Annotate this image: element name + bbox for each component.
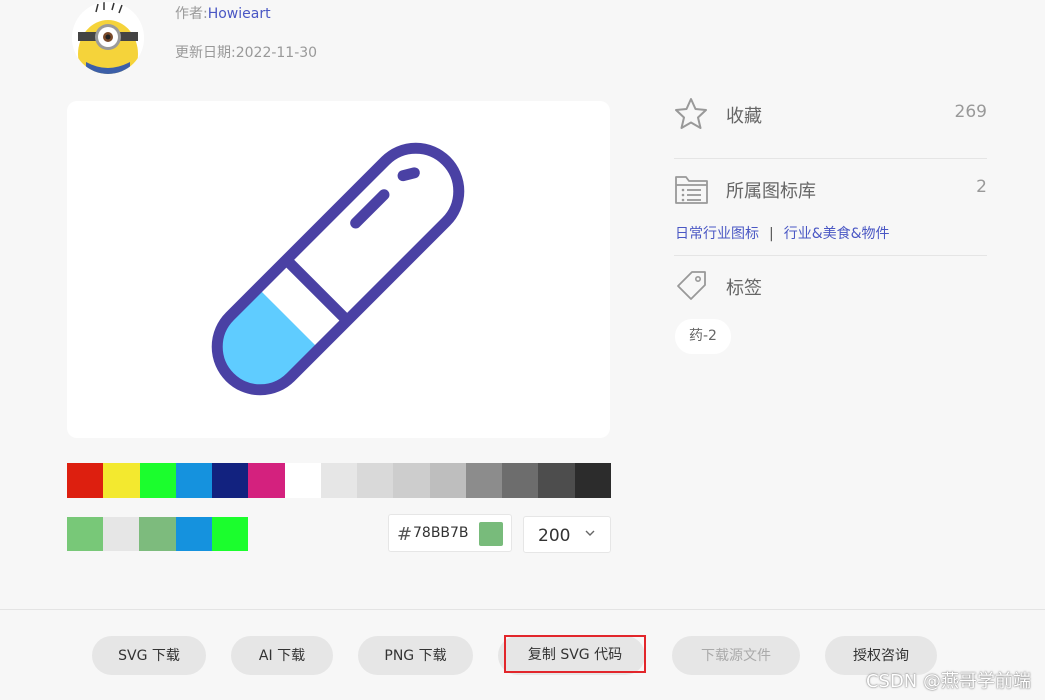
folder-list-icon: [675, 176, 708, 204]
library-link-daily[interactable]: 日常行业图标: [675, 226, 759, 242]
update-date-row: 更新日期:2022-11-30: [175, 42, 317, 62]
color-swatch[interactable]: [357, 463, 394, 498]
hex-color-field[interactable]: #: [388, 514, 512, 552]
color-palette-row-1: [67, 463, 611, 498]
color-swatch[interactable]: [284, 463, 321, 498]
hex-color-input[interactable]: [413, 525, 473, 541]
color-swatch[interactable]: [393, 463, 430, 498]
divider: [674, 255, 987, 256]
color-swatch[interactable]: [465, 463, 502, 498]
icon-preview-card: [67, 101, 610, 438]
color-swatch[interactable]: [248, 463, 285, 498]
library-separator: |: [769, 226, 774, 242]
author-avatar[interactable]: [72, 2, 144, 74]
author-name-link[interactable]: Howieart: [208, 6, 271, 22]
source-file-download-button[interactable]: 下载源文件: [672, 636, 800, 675]
color-swatch[interactable]: [320, 463, 357, 498]
color-swatch[interactable]: [538, 463, 575, 498]
color-swatch[interactable]: [139, 463, 176, 498]
color-swatch[interactable]: [212, 463, 249, 498]
size-select[interactable]: 200: [523, 516, 611, 553]
favorite-count: 269: [954, 102, 987, 122]
color-swatch[interactable]: [175, 463, 212, 498]
library-row: 所属图标库 2: [674, 171, 987, 211]
divider: [674, 158, 987, 159]
star-icon[interactable]: [674, 96, 710, 134]
color-swatch[interactable]: [211, 517, 248, 551]
svg-download-button[interactable]: SVG 下载: [92, 636, 206, 675]
tags-row: 标签: [674, 268, 987, 308]
favorite-label: 收藏: [726, 106, 762, 127]
ai-download-button[interactable]: AI 下载: [231, 636, 333, 675]
recent-colors-row: [67, 517, 248, 551]
pill-icon: [211, 142, 465, 396]
hash-symbol: #: [397, 524, 413, 545]
color-swatch[interactable]: [103, 463, 140, 498]
csdn-watermark: CSDN @燕哥学前端: [865, 671, 1031, 692]
date-label: 更新日期:: [175, 45, 236, 61]
footer-divider: [0, 609, 1045, 610]
color-swatch[interactable]: [67, 463, 104, 498]
color-swatch[interactable]: [67, 517, 104, 551]
tag-icon: [677, 271, 706, 300]
color-swatch[interactable]: [429, 463, 466, 498]
tag-chip[interactable]: 药-2: [675, 319, 731, 354]
color-swatch[interactable]: [502, 463, 539, 498]
date-value: 2022-11-30: [235, 45, 318, 61]
chevron-down-icon: [585, 530, 595, 536]
color-swatch[interactable]: [574, 463, 611, 498]
library-links: 日常行业图标 | 行业&美食&物件: [675, 223, 890, 243]
author-label: 作者:: [175, 6, 208, 22]
tags-label: 标签: [726, 278, 762, 299]
current-color-swatch[interactable]: [479, 522, 503, 546]
color-swatch[interactable]: [175, 517, 212, 551]
png-download-button[interactable]: PNG 下载: [358, 636, 473, 675]
favorite-row[interactable]: 收藏 269: [674, 96, 987, 136]
library-label: 所属图标库: [726, 181, 816, 202]
library-link-food-objects[interactable]: 行业&美食&物件: [784, 226, 890, 242]
size-value: 200: [538, 526, 571, 546]
color-swatch[interactable]: [103, 517, 140, 551]
copy-svg-code-button[interactable]: 复制 SVG 代码: [504, 635, 646, 673]
color-swatch[interactable]: [139, 517, 176, 551]
author-row: 作者:Howieart: [175, 3, 271, 23]
library-count: 2: [976, 177, 987, 197]
minion-avatar-image: [72, 2, 144, 74]
